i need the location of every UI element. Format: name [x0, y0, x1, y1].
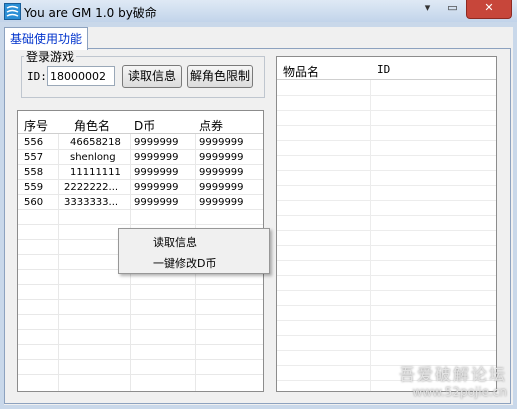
forum-watermark: 吾爱破解论坛 www.52pojie.cn [399, 361, 507, 399]
table-cell[interactable]: 560 [24, 197, 43, 208]
menu-item-read-info[interactable]: 读取信息 [153, 234, 197, 250]
col-header-points[interactable]: 点券 [199, 117, 223, 134]
table-cell[interactable]: 3333333... [64, 197, 118, 208]
watermark-line2: www.52pojie.cn [412, 385, 507, 399]
context-menu: 读取信息 一键修改D币 [118, 228, 270, 274]
table-cell[interactable]: 9999999 [199, 167, 244, 178]
table-cell[interactable]: 46658218 [70, 137, 121, 148]
table-cell[interactable]: 9999999 [134, 197, 179, 208]
table-cell[interactable]: 559 [24, 182, 43, 193]
id-label: ID: [27, 70, 47, 83]
table-cell[interactable]: 556 [24, 137, 43, 148]
table-cell[interactable]: 11111111 [70, 167, 121, 178]
app-logo-icon [4, 3, 21, 20]
id-input[interactable] [47, 66, 115, 86]
table-cell[interactable]: 9999999 [199, 197, 244, 208]
col-header-d-coin[interactable]: D币 [134, 117, 155, 134]
items-table-gridlines [277, 79, 496, 391]
minimize-button[interactable]: ▾ [415, 0, 440, 18]
app-window: You are GM 1.0 by破命 ▾ ▭ ✕ 基础使用功能 登录游戏 ID… [0, 0, 517, 409]
col-header-role-name[interactable]: 角色名 [74, 117, 110, 134]
tab-basic-functions[interactable]: 基础使用功能 [4, 27, 88, 50]
col-header-item-id[interactable]: ID [377, 63, 390, 76]
title-bar[interactable]: You are GM 1.0 by破命 ▾ ▭ ✕ [0, 0, 517, 22]
unlock-role-limit-button[interactable]: 解角色限制 [187, 65, 253, 88]
table-cell[interactable]: 9999999 [199, 152, 244, 163]
window-title: You are GM 1.0 by破命 [24, 6, 157, 20]
menu-item-modify-d-coin[interactable]: 一键修改D币 [153, 255, 216, 271]
watermark-line1: 吾爱破解论坛 [398, 365, 507, 384]
table-cell[interactable]: 2222222... [64, 182, 118, 193]
col-header-index[interactable]: 序号 [24, 117, 48, 134]
maximize-button[interactable]: ▭ [440, 0, 465, 18]
table-cell[interactable]: 9999999 [199, 137, 244, 148]
table-cell[interactable]: 9999999 [199, 182, 244, 193]
col-header-item-name[interactable]: 物品名 [283, 63, 319, 80]
table-cell[interactable]: 9999999 [134, 182, 179, 193]
table-cell[interactable]: 9999999 [134, 137, 179, 148]
table-cell[interactable]: 557 [24, 152, 43, 163]
login-group-title: 登录游戏 [24, 48, 77, 65]
table-cell[interactable]: 558 [24, 167, 43, 178]
read-info-button[interactable]: 读取信息 [122, 65, 182, 88]
close-button[interactable]: ✕ [466, 0, 512, 19]
items-table[interactable]: 物品名 ID [276, 56, 497, 392]
table-cell[interactable]: shenlong [70, 152, 116, 163]
table-cell[interactable]: 9999999 [134, 167, 179, 178]
table-cell[interactable]: 9999999 [134, 152, 179, 163]
